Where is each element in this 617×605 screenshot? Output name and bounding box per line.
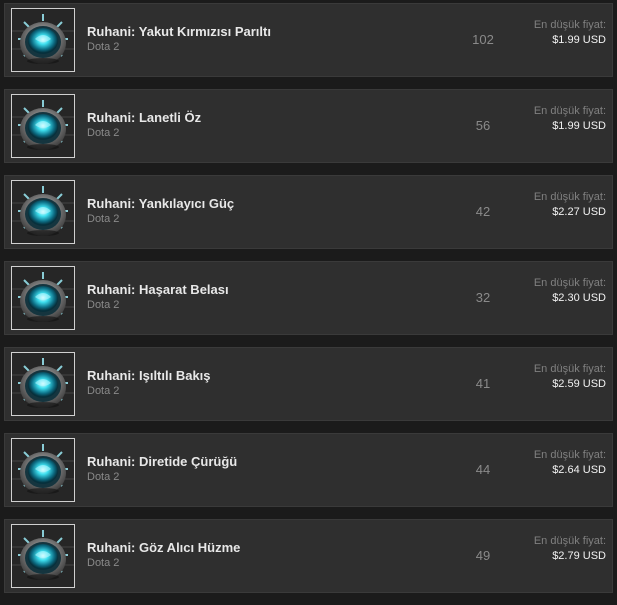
- lowest-price: $1.99 USD: [552, 34, 606, 46]
- item-name[interactable]: Ruhani: Yankılayıcı Güç: [87, 196, 234, 211]
- lowest-price: $2.59 USD: [552, 378, 606, 390]
- listing-quantity: 44: [475, 462, 491, 477]
- spirit-gem-icon[interactable]: [11, 180, 75, 244]
- listing-quantity: 49: [475, 548, 491, 563]
- lowest-price: $2.79 USD: [552, 550, 606, 562]
- game-name: Dota 2: [87, 213, 120, 225]
- lowest-price-label: En düşük fiyat:: [533, 277, 606, 289]
- item-name[interactable]: Ruhani: Işıltılı Bakış: [87, 368, 211, 383]
- lowest-price-label: En düşük fiyat:: [533, 105, 606, 117]
- spirit-gem-icon[interactable]: [11, 266, 75, 330]
- spirit-gem-icon[interactable]: [11, 524, 75, 588]
- lowest-price: $2.30 USD: [552, 292, 606, 304]
- market-listing-row[interactable]: Ruhani: Yankılayıcı Güç Dota 2 42 En düş…: [4, 175, 613, 249]
- listing-quantity: 42: [475, 204, 491, 219]
- game-name: Dota 2: [87, 127, 120, 139]
- market-listing-row[interactable]: Ruhani: Haşarat Belası Dota 2 32 En düşü…: [4, 261, 613, 335]
- market-listing-row[interactable]: Ruhani: Göz Alıcı Hüzme Dota 2 49 En düş…: [4, 519, 613, 593]
- lowest-price-label: En düşük fiyat:: [533, 535, 606, 547]
- item-name[interactable]: Ruhani: Diretide Çürüğü: [87, 454, 237, 469]
- lowest-price-label: En düşük fiyat:: [533, 449, 606, 461]
- game-name: Dota 2: [87, 471, 120, 483]
- market-listing-row[interactable]: Ruhani: Diretide Çürüğü Dota 2 44 En düş…: [4, 433, 613, 507]
- spirit-gem-icon[interactable]: [11, 438, 75, 502]
- listing-quantity: 41: [475, 376, 491, 391]
- market-listing-row[interactable]: Ruhani: Lanetli Öz Dota 2 56 En düşük fi…: [4, 89, 613, 163]
- game-name: Dota 2: [87, 557, 120, 569]
- listing-quantity: 102: [472, 32, 494, 47]
- market-listing-row[interactable]: Ruhani: Yakut Kırmızısı Parıltı Dota 2 1…: [4, 3, 613, 77]
- listing-quantity: 32: [475, 290, 491, 305]
- lowest-price: $2.64 USD: [552, 464, 606, 476]
- game-name: Dota 2: [87, 41, 120, 53]
- item-name[interactable]: Ruhani: Yakut Kırmızısı Parıltı: [87, 24, 271, 39]
- game-name: Dota 2: [87, 385, 120, 397]
- lowest-price-label: En düşük fiyat:: [533, 19, 606, 31]
- spirit-gem-icon[interactable]: [11, 8, 75, 72]
- lowest-price: $1.99 USD: [552, 120, 606, 132]
- item-name[interactable]: Ruhani: Haşarat Belası: [87, 282, 229, 297]
- market-listing-row[interactable]: Ruhani: Işıltılı Bakış Dota 2 41 En düşü…: [4, 347, 613, 421]
- spirit-gem-icon[interactable]: [11, 94, 75, 158]
- lowest-price: $2.27 USD: [552, 206, 606, 218]
- spirit-gem-icon[interactable]: [11, 352, 75, 416]
- item-name[interactable]: Ruhani: Göz Alıcı Hüzme: [87, 540, 240, 555]
- lowest-price-label: En düşük fiyat:: [533, 363, 606, 375]
- item-name[interactable]: Ruhani: Lanetli Öz: [87, 110, 201, 125]
- lowest-price-label: En düşük fiyat:: [533, 191, 606, 203]
- market-listing-list: Ruhani: Yakut Kırmızısı Parıltı Dota 2 1…: [4, 3, 613, 605]
- game-name: Dota 2: [87, 299, 120, 311]
- listing-quantity: 56: [475, 118, 491, 133]
